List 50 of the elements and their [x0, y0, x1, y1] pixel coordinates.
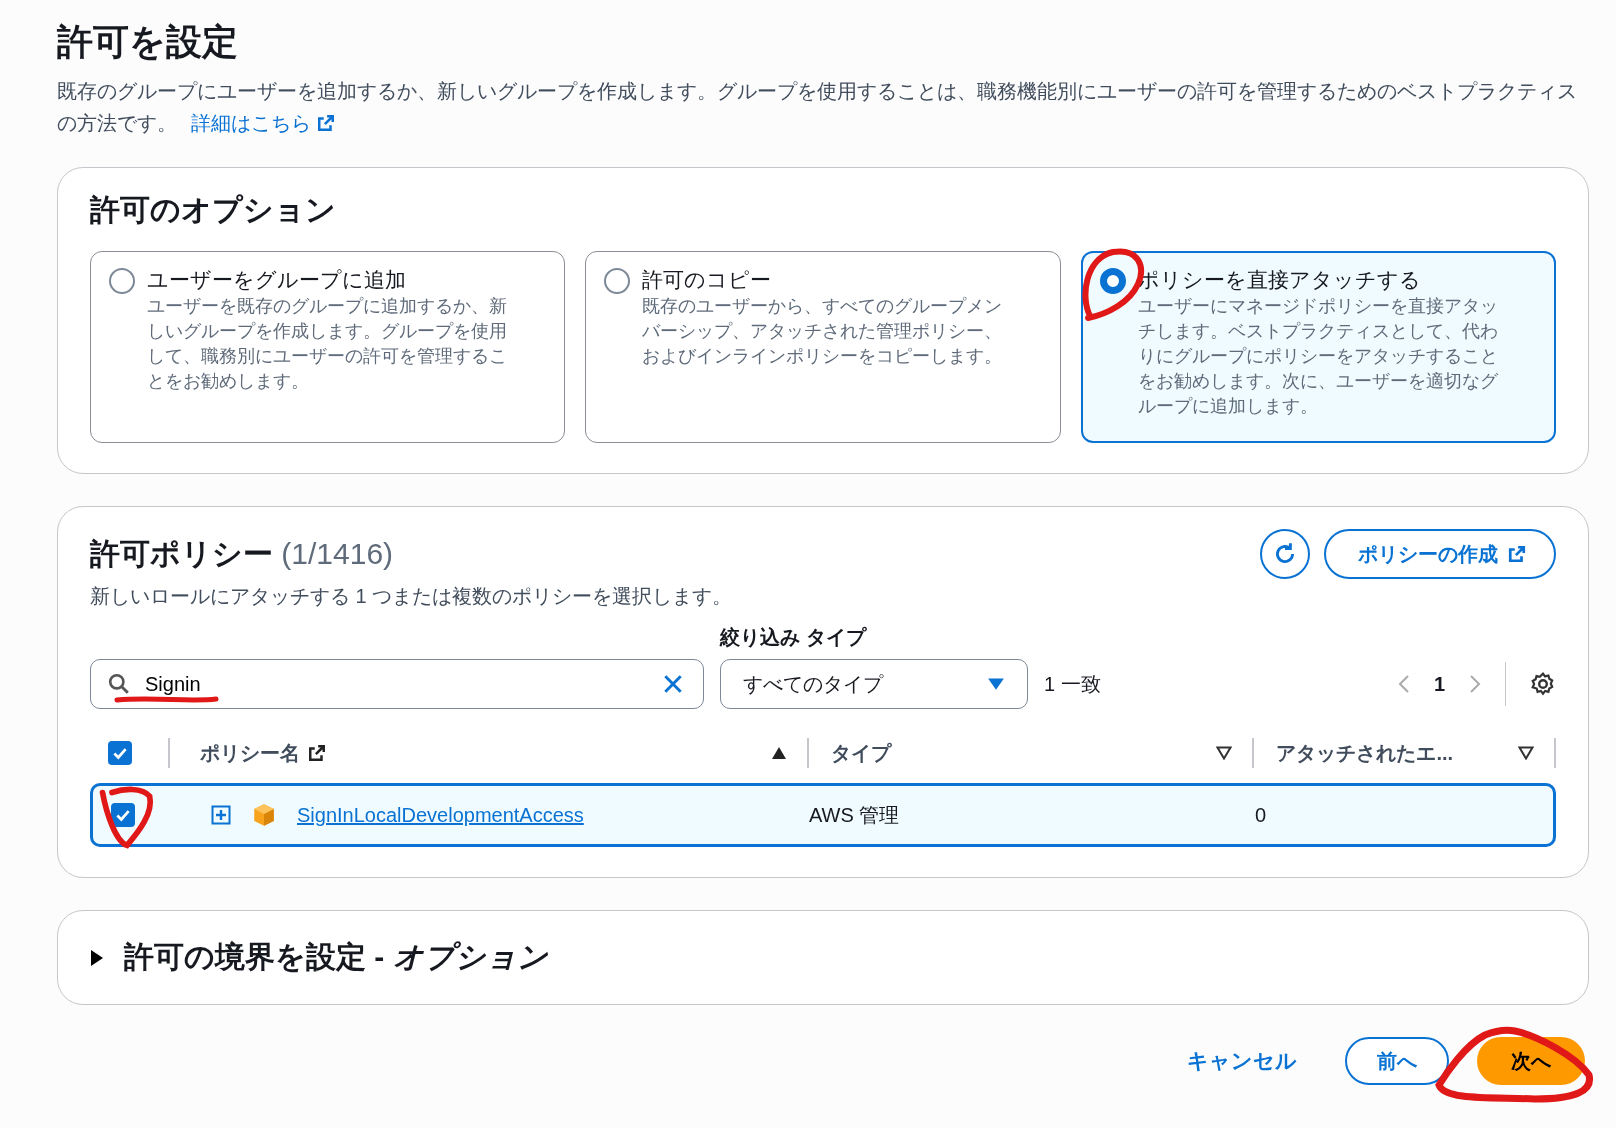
option-card[interactable]: ユーザーをグループに追加 ユーザーを既存のグループに追加するか、新しいグループを作成します。グループを使用して、職務別にユーザーの許可を管理することをお勧めします。: [90, 251, 566, 443]
panel-subtitle: 新しいロールにアタッチする 1 つまたは複数のポリシーを選択します。: [90, 584, 734, 609]
option-description: ユーザーにマネージドポリシーを直接アタッチします。ベストプラクティスとして、代わりにグループにポリシーをアタッチすることをお勧めします。次に、ユーザーを適切なグループに追加します。: [1137, 295, 1499, 418]
radio-button[interactable]: [109, 268, 135, 294]
column-header[interactable]: タイプ: [831, 739, 892, 767]
create-policy-button[interactable]: ポリシーの作成: [1324, 529, 1556, 579]
learn-more-link[interactable]: 詳細はこちら: [190, 112, 311, 134]
sort-icon[interactable]: [1216, 746, 1233, 760]
caret-icon[interactable]: [90, 948, 104, 967]
radio-button[interactable]: [604, 268, 631, 294]
cube-icon: [251, 802, 277, 828]
column-header[interactable]: ポリシー名: [200, 739, 300, 767]
page-title: 許可を設定: [57, 20, 239, 64]
panel-title: 許可ポリシー: [90, 536, 273, 570]
expand-icon[interactable]: [211, 805, 231, 825]
policy-count: (1/1416): [281, 536, 394, 570]
table-row[interactable]: SignInLocalDevelopmentAccess AWS 管理 0: [90, 783, 1556, 847]
page-number[interactable]: 1: [1433, 672, 1445, 696]
caret-down-icon: [987, 677, 1005, 691]
boundary-panel[interactable]: 許可の境界を設定 - オプション: [57, 910, 1589, 1005]
search-field[interactable]: Signin: [90, 659, 704, 709]
row-checkbox[interactable]: [111, 803, 135, 827]
panel-title: 許可の境界を設定 - オプション: [124, 939, 548, 975]
option-title: 許可のコピー: [642, 267, 773, 293]
external-link-icon: [316, 114, 335, 132]
refresh-button[interactable]: [1260, 529, 1310, 579]
previous-button[interactable]: 前へ: [1345, 1037, 1449, 1085]
external-link-icon: [1508, 545, 1526, 563]
type-dropdown[interactable]: すべてのタイプ: [720, 659, 1028, 709]
sort-ascending-icon[interactable]: [771, 746, 788, 760]
policy-name-link[interactable]: SignInLocalDevelopmentAccess: [297, 803, 584, 827]
table-cell-text: AWS 管理: [808, 802, 901, 828]
option-description: 既存のユーザーから、すべてのグループメンバーシップ、アタッチされた管理ポリシー、およびインラインポリシーをコピーします。: [642, 295, 1004, 368]
select-all-checkbox[interactable]: [108, 741, 132, 765]
column-header[interactable]: アタッチされたエ...: [1276, 739, 1454, 767]
panel-title: 許可のオプション: [90, 192, 337, 228]
match-count: 1 一致: [1044, 672, 1101, 697]
filter-label: 絞り込み タイプ: [720, 625, 868, 650]
sort-icon[interactable]: [1518, 746, 1534, 760]
clear-icon[interactable]: [662, 673, 684, 695]
search-icon: [108, 673, 130, 695]
settings-icon[interactable]: [1530, 671, 1556, 697]
option-title: ユーザーをグループに追加: [147, 267, 407, 293]
next-button[interactable]: 次へ: [1477, 1037, 1585, 1085]
page-description: 既存のグループにユーザーを追加するか、新しいグループを作成します。グループを使用することは、職務機能別にユーザーの許可を管理するためのベストプラクティスの方法です。 詳細はこちら: [57, 79, 1578, 136]
cancel-button[interactable]: キャンセル: [1187, 1047, 1297, 1075]
option-card[interactable]: 許可のコピー 既存のユーザーから、すべてのグループメンバーシップ、アタッチされた管理ポリシー、およびインラインポリシーをコピーします。: [585, 251, 1061, 443]
option-description: ユーザーを既存のグループに追加するか、新しいグループを作成します。グループを使用して、職務別にユーザーの許可を管理することをお勧めします。: [147, 295, 508, 393]
radio-button[interactable]: [1099, 268, 1126, 294]
table-cell-text: 0: [1254, 803, 1268, 827]
